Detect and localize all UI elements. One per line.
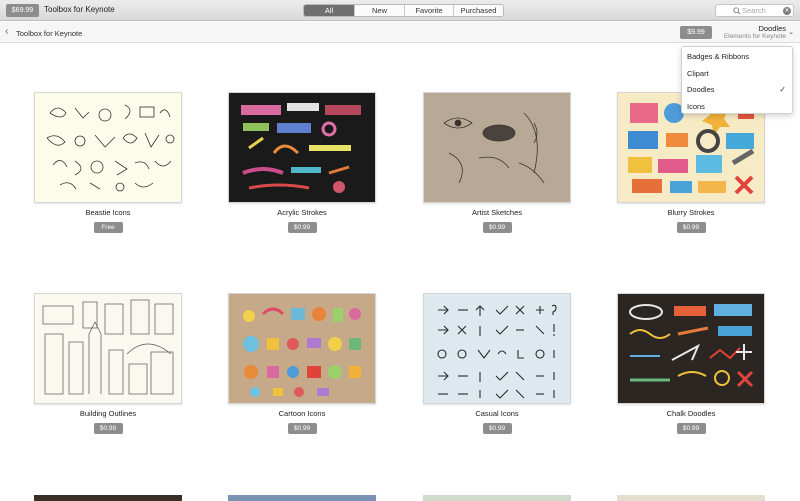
menu-item-label: Badges & Ribbons [687,52,750,61]
card-building-outlines[interactable]: Building Outlines $0.99 [34,293,182,434]
segment-purchased[interactable]: Purchased [453,5,503,16]
menu-item-label: Doodles [687,85,715,94]
category-segmented-control: All New Favorite Purchased [303,4,504,17]
menu-item-label: Clipart [687,68,709,78]
card-title: Beastie Icons [85,208,131,217]
thumbnail[interactable] [34,293,182,404]
card-title: Chalk Doodles [666,409,716,418]
thumbnail-art [618,294,764,403]
price-button[interactable]: $0.99 [676,423,706,434]
search-input[interactable] [742,5,780,16]
card-title: Casual Icons [475,409,519,418]
thumbnail-art [35,93,181,202]
price-button[interactable]: $0.99 [482,423,512,434]
clear-search-icon[interactable]: ✕ [783,7,791,15]
search-icon [733,7,741,15]
segment-all[interactable]: All [304,5,354,16]
subheader: ‹ Toolbox for Keynote $9.99 Doodles Elem… [0,22,800,43]
price-button[interactable]: $0.99 [287,423,317,434]
segment-favorite[interactable]: Favorite [404,5,453,16]
filter-title: Doodles [758,24,786,33]
chevron-down-icon: ⌄ [788,29,794,36]
thumbnail-art [229,294,375,403]
card-thumbnail-peek[interactable] [228,495,376,501]
toolbar: $69.99 Toolbox for Keynote All New Favor… [0,0,800,21]
price-button[interactable]: $0.99 [287,222,317,233]
segment-new[interactable]: New [354,5,404,16]
card-cartoon-icons[interactable]: Cartoon Icons $0.99 [228,293,376,434]
card-thumbnail-peek[interactable] [34,495,182,501]
thumbnail[interactable] [34,92,182,203]
thumbnail-art [35,294,181,403]
menu-item-doodles[interactable]: Doodles ✓ [682,82,792,99]
buy-bundle-price-button[interactable]: $69.99 [6,4,39,17]
card-artist-sketches[interactable]: Artist Sketches $0.99 [423,92,571,233]
card-casual-icons[interactable]: Casual Icons $0.99 [423,293,571,434]
checkmark-icon: ✓ [779,85,786,94]
price-button[interactable]: $0.99 [482,222,512,233]
price-button[interactable]: Free [93,222,123,233]
card-thumbnail-peek[interactable] [423,495,571,501]
filter-subtitle: Elements for Keynote [723,33,786,40]
back-chevron-icon[interactable]: ‹ [5,27,8,37]
card-title: Artist Sketches [471,208,523,217]
thumbnail[interactable] [228,293,376,404]
thumbnail[interactable] [617,293,765,404]
thumbnail[interactable] [423,92,571,203]
card-title: Blurry Strokes [667,208,715,217]
thumbnail-art [229,93,375,202]
app-title: Toolbox for Keynote [44,5,115,14]
card-acrylic-strokes[interactable]: Acrylic Strokes $0.99 [228,92,376,233]
thumbnail-art [424,294,570,403]
buy-category-price-button[interactable]: $9.99 [680,26,712,39]
menu-item-clipart[interactable]: Clipart [682,66,792,83]
card-title: Acrylic Strokes [277,208,327,217]
breadcrumb[interactable]: Toolbox for Keynote [16,29,82,38]
category-dropdown-menu: Badges & Ribbons Clipart Doodles ✓ Icons [681,46,793,114]
card-chalk-doodles[interactable]: Chalk Doodles $0.99 [617,293,765,434]
card-title: Cartoon Icons [278,409,326,418]
menu-item-badges-ribbons[interactable]: Badges & Ribbons [682,49,792,66]
search-field[interactable]: ✕ [715,4,794,17]
menu-item-icons[interactable]: Icons [682,99,792,116]
thumbnail-art [424,93,570,202]
card-beastie-icons[interactable]: Beastie Icons Free [34,92,182,233]
template-grid: Beastie Icons Free Acrylic Strokes $0.99 [0,43,800,501]
menu-item-label: Icons [687,101,705,111]
card-title: Building Outlines [79,409,137,418]
price-button[interactable]: $0.99 [93,423,123,434]
thumbnail[interactable] [423,293,571,404]
card-thumbnail-peek[interactable] [617,495,765,501]
category-filter-popup[interactable]: Doodles Elements for Keynote ⌄ [712,24,794,42]
thumbnail[interactable] [228,92,376,203]
price-button[interactable]: $0.99 [676,222,706,233]
